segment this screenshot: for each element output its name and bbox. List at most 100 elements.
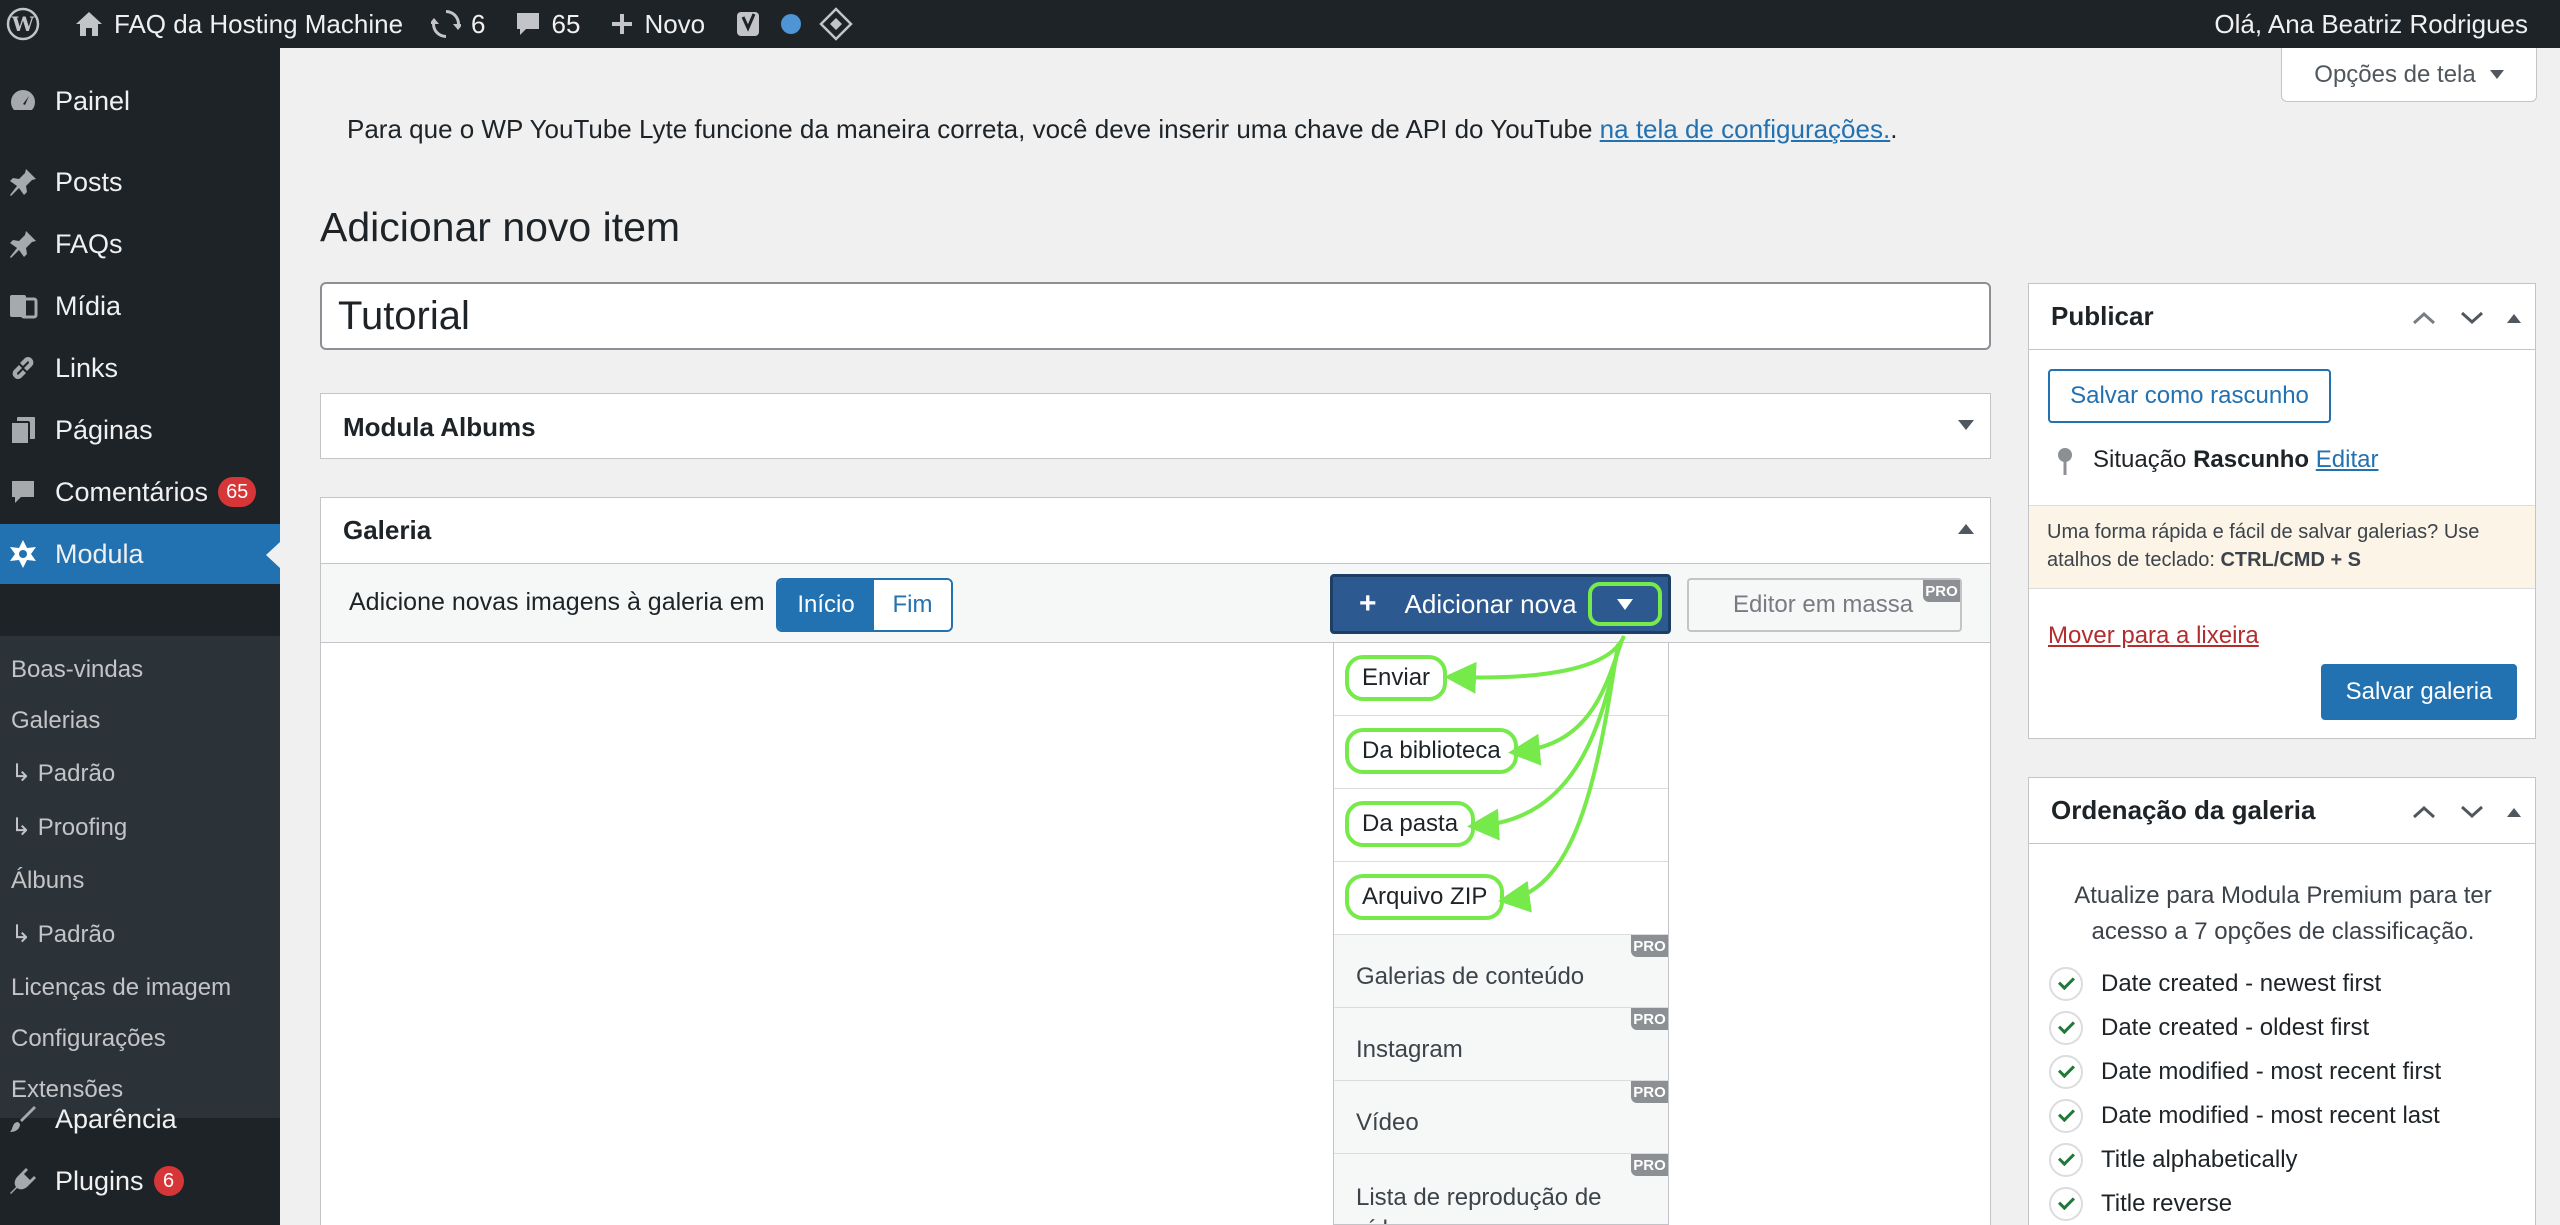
screen-options-label: Opções de tela: [2314, 60, 2476, 88]
title-input[interactable]: Tutorial: [320, 282, 1991, 350]
site-name-link[interactable]: FAQ da Hosting Machine: [52, 0, 415, 48]
sort-option: Title alphabetically: [2049, 1142, 2298, 1178]
dropdown-item-zip[interactable]: Arquivo ZIP: [1334, 862, 1668, 935]
chevron-up-icon[interactable]: [2411, 804, 2437, 820]
gallery-header[interactable]: Galeria: [321, 498, 1990, 564]
comments-link[interactable]: 65: [498, 0, 593, 48]
submenu-galerias[interactable]: Galerias: [11, 701, 100, 741]
sidebar-item-label: Páginas: [55, 414, 153, 445]
status-dot-icon[interactable]: [777, 0, 815, 48]
caret-up-icon[interactable]: [2507, 807, 2521, 817]
modula-albums-header[interactable]: Modula Albums: [321, 394, 1990, 460]
sort-option-label: Date created - newest first: [2101, 970, 2382, 997]
comment-icon: [516, 13, 539, 35]
sidebar-item-aparencia[interactable]: Aparência: [0, 1089, 280, 1149]
dropdown-item-label: Galerias de conteúdo: [1356, 963, 1585, 990]
caret-up-icon[interactable]: [2507, 313, 2521, 323]
pin-icon: [0, 224, 46, 264]
diamond-plugin-icon[interactable]: [815, 0, 865, 48]
sidebar-item-comentarios[interactable]: Comentários 65: [0, 462, 280, 522]
plugins-badge: 6: [153, 1166, 184, 1196]
edit-status-link[interactable]: Editar: [2316, 446, 2379, 473]
pin-icon: [0, 162, 46, 202]
api-key-notice: Para que o WP YouTube Lyte funcione da m…: [347, 114, 1897, 145]
status-value: Rascunho: [2193, 446, 2310, 473]
sorting-title: Ordenação da galeria: [2051, 795, 2316, 825]
caret-up-icon[interactable]: [1958, 524, 1974, 534]
comments-count: 65: [551, 8, 581, 39]
sidebar-item-label: Comentários: [55, 476, 209, 507]
dropdown-item-content-galleries[interactable]: Galerias de conteúdo PRO: [1334, 935, 1668, 1008]
check-icon: [2049, 1099, 2083, 1133]
submenu-albuns[interactable]: Álbuns: [11, 861, 84, 901]
sort-option: Date modified - most recent last: [2049, 1098, 2440, 1134]
check-icon: [2049, 1011, 2083, 1045]
submenu-boas-vindas[interactable]: Boas-vindas: [11, 650, 143, 690]
media-icon: [0, 286, 46, 326]
dropdown-item-library[interactable]: Da biblioteca: [1334, 716, 1668, 789]
sidebar-item-label: Posts: [55, 166, 123, 197]
sidebar-item-label: Painel: [55, 85, 131, 116]
caret-down-icon[interactable]: [1958, 420, 1974, 430]
admin-sidebar: Painel Posts FAQs Mídia Links Páginas Co…: [0, 48, 280, 1225]
yoast-icon[interactable]: [717, 0, 777, 48]
add-new-button[interactable]: + Adicionar nova: [1330, 574, 1671, 634]
sidebar-item-faqs[interactable]: FAQs: [0, 214, 280, 274]
sort-option-label: Date modified - most recent first: [2101, 1058, 2442, 1085]
sorting-header[interactable]: Ordenação da galeria: [2029, 778, 2535, 844]
dropdown-item-video-playlist[interactable]: Lista de reprodução de vídeo PRO: [1334, 1154, 1668, 1224]
dropdown-item-upload[interactable]: Enviar: [1334, 643, 1668, 716]
submenu-padrao[interactable]: ↳ Padrão: [11, 754, 115, 794]
dropdown-item-label: Da pasta: [1362, 810, 1459, 837]
submenu-albuns-padrao[interactable]: ↳ Padrão: [11, 915, 115, 955]
shortcut-hint: Uma forma rápida e fácil de salvar galer…: [2029, 505, 2535, 589]
move-to-trash-link[interactable]: Mover para a lixeira: [2048, 622, 2259, 650]
svg-text:W: W: [11, 12, 35, 36]
wordpress-logo-icon[interactable]: W: [0, 0, 52, 48]
position-start-button[interactable]: Início: [778, 580, 874, 630]
publish-header[interactable]: Publicar: [2029, 284, 2535, 350]
sidebar-item-links[interactable]: Links: [0, 338, 280, 398]
sidebar-item-plugins[interactable]: Plugins 6: [0, 1151, 280, 1211]
save-gallery-button[interactable]: Salvar galeria: [2321, 664, 2517, 720]
chevron-down-icon[interactable]: [2459, 310, 2485, 326]
modula-albums-box: Modula Albums: [320, 393, 1991, 459]
my-account-link[interactable]: Olá, Ana Beatriz Rodrigues: [2202, 0, 2540, 48]
highlight-zip: Arquivo ZIP: [1345, 874, 1505, 920]
gallery-sorting-box: Ordenação da galeria Atualize para Modul…: [2028, 777, 2536, 1225]
sidebar-item-label: Mídia: [55, 290, 122, 321]
publish-title: Publicar: [2051, 301, 2154, 331]
add-position-label: Adicione novas imagens à galeria em: [349, 588, 765, 616]
submenu-configuracoes[interactable]: Configurações: [11, 1019, 166, 1059]
sidebar-item-posts[interactable]: Posts: [0, 152, 280, 212]
screen-options-button[interactable]: Opções de tela: [2281, 48, 2537, 102]
pro-badge: PRO: [1631, 1154, 1668, 1176]
dropdown-item-video[interactable]: Vídeo PRO: [1334, 1081, 1668, 1154]
submenu-proofing[interactable]: ↳ Proofing: [11, 808, 127, 848]
dropdown-item-instagram[interactable]: Instagram PRO: [1334, 1008, 1668, 1081]
chevron-down-icon[interactable]: [2459, 804, 2485, 820]
sidebar-item-midia[interactable]: Mídia: [0, 276, 280, 336]
updates-link[interactable]: 6: [415, 0, 497, 48]
chevron-up-icon[interactable]: [2411, 310, 2437, 326]
save-draft-button[interactable]: Salvar como rascunho: [2048, 369, 2331, 423]
sidebar-item-paginas[interactable]: Páginas: [0, 400, 280, 460]
sidebar-item-painel[interactable]: Painel: [0, 71, 280, 131]
bulk-editor-button[interactable]: Editor em massa PRO: [1687, 578, 1962, 632]
position-end-button[interactable]: Fim: [874, 580, 951, 630]
add-new-dropdown-toggle[interactable]: [1588, 582, 1662, 626]
pages-icon: [0, 410, 46, 450]
sidebar-item-modula[interactable]: Modula: [0, 524, 280, 584]
settings-link[interactable]: na tela de configurações.: [1600, 114, 1891, 144]
pro-badge: PRO: [1631, 1081, 1668, 1103]
caret-down-icon: [1617, 598, 1633, 610]
add-position-toggle: Início Fim: [776, 578, 953, 632]
new-content-link[interactable]: Novo: [592, 0, 717, 48]
pro-badge: PRO: [1923, 580, 1960, 602]
link-icon: [0, 348, 46, 388]
updates-count: 6: [471, 8, 486, 39]
dropdown-item-folder[interactable]: Da pasta: [1334, 789, 1668, 862]
submenu-licencas[interactable]: Licenças de imagem: [11, 968, 231, 1008]
sort-option-label: Date created - oldest first: [2101, 1014, 2370, 1041]
sidebar-item-label: Plugins: [55, 1165, 144, 1196]
